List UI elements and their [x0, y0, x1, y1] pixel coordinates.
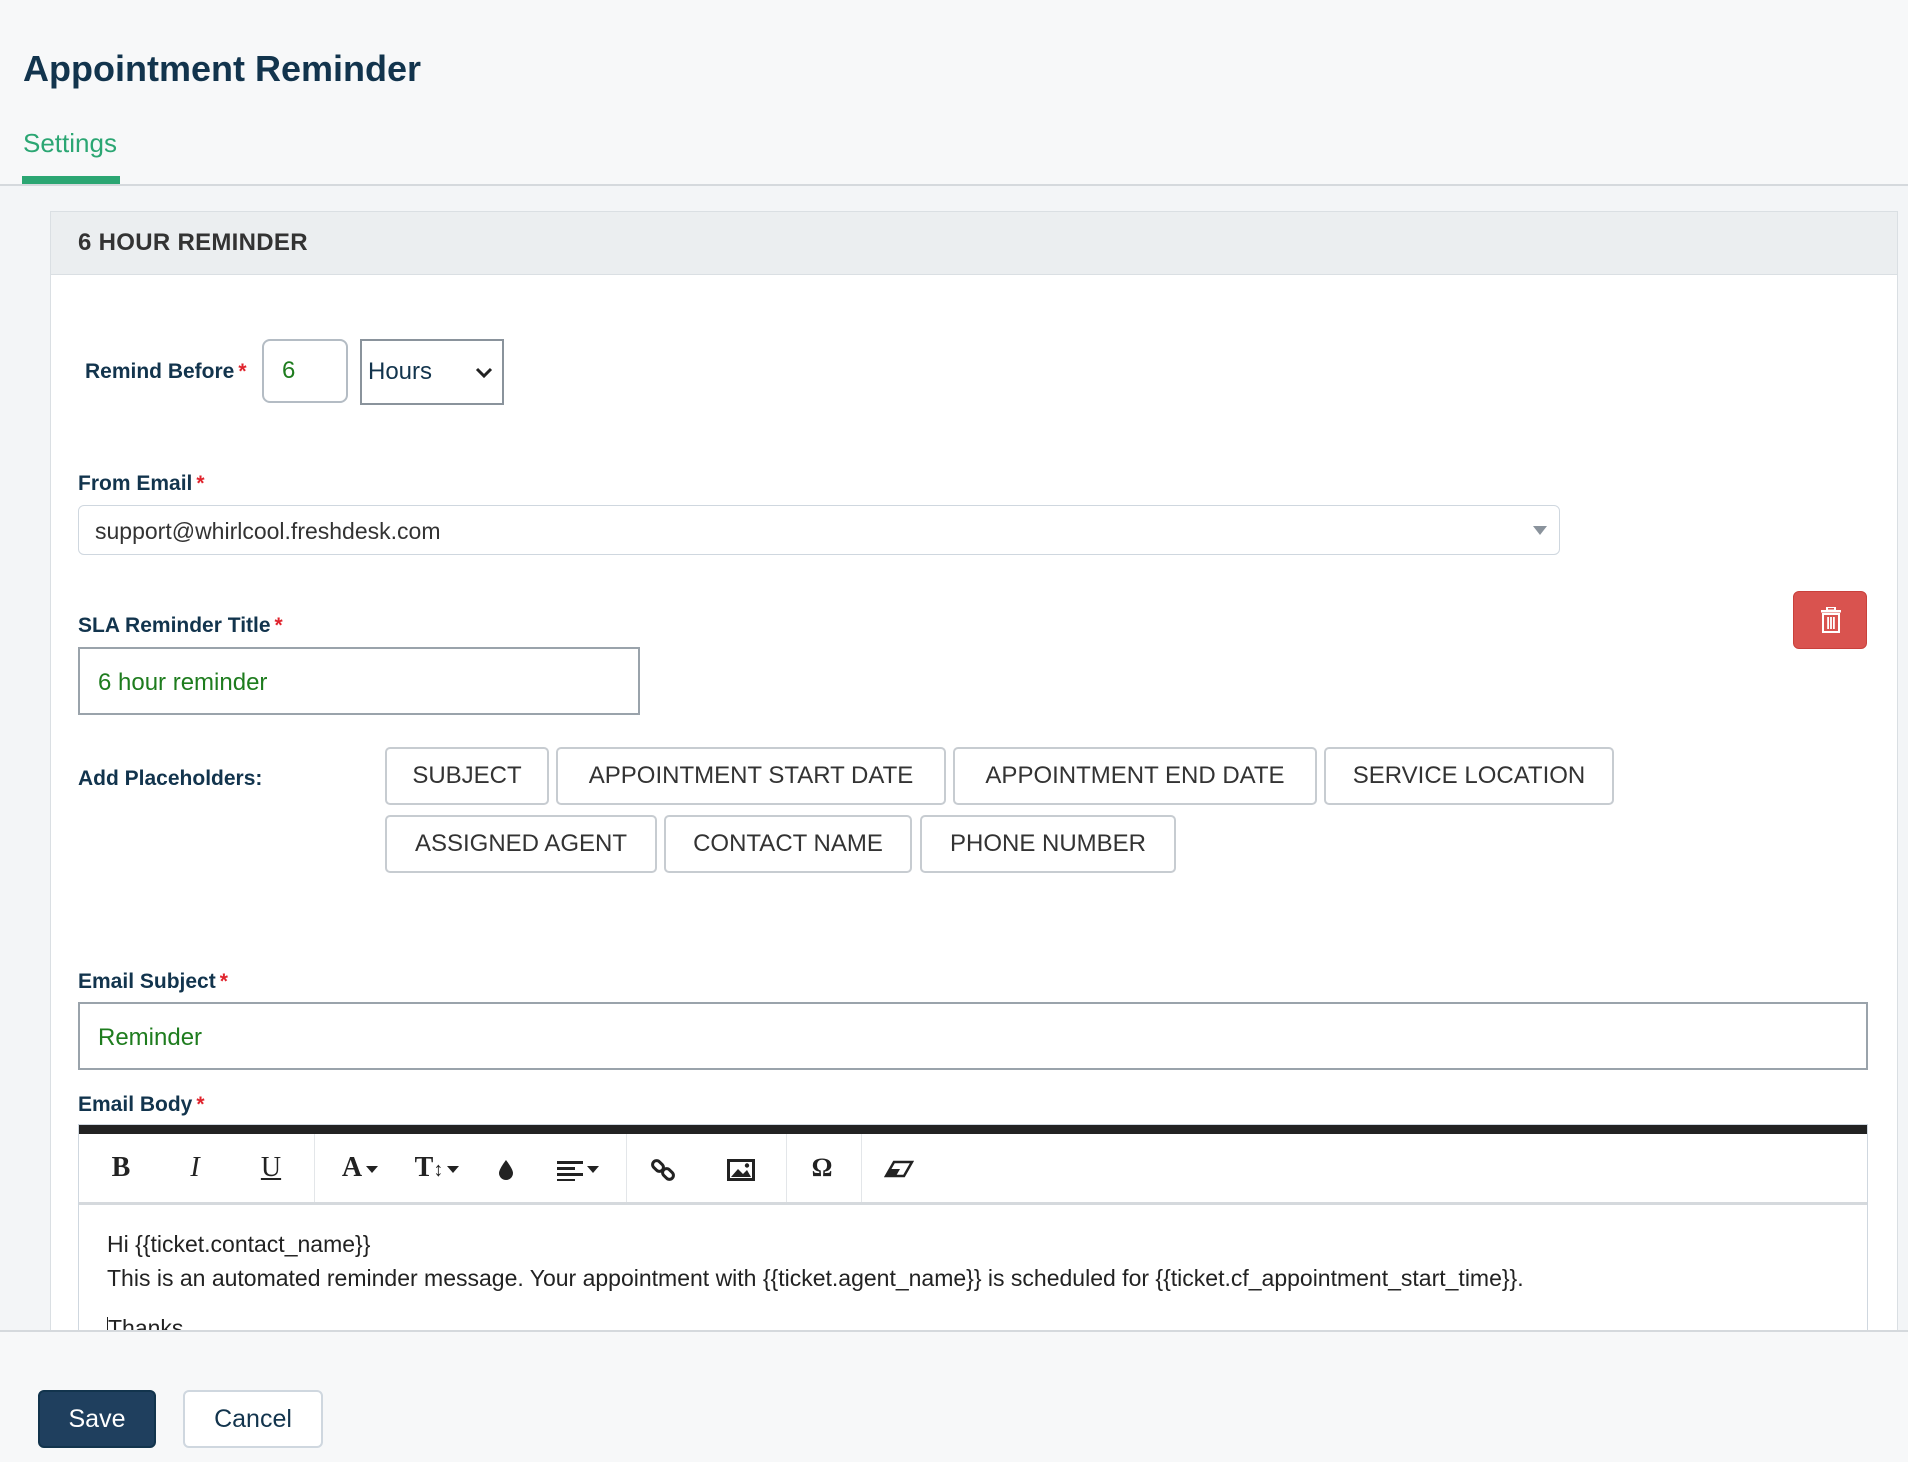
chevron-down-icon: [475, 367, 493, 379]
dropdown-caret-icon: [447, 1166, 460, 1174]
from-email-label: From Email *: [78, 472, 205, 495]
sla-title-input[interactable]: 6 hour reminder: [78, 647, 640, 715]
text-size-arrow-icon: ↕: [433, 1159, 444, 1181]
underline-icon[interactable]: U: [249, 1148, 293, 1188]
dropdown-caret-icon: [587, 1166, 599, 1174]
toolbar-separator: [786, 1134, 787, 1202]
remind-unit-value: Hours: [368, 358, 433, 385]
placeholder-start-date-button[interactable]: APPOINTMENT START DATE: [556, 747, 946, 805]
page-header: Appointment Reminder Settings: [0, 0, 1908, 184]
droplet-icon: [499, 1159, 513, 1180]
remind-before-input[interactable]: 6: [262, 339, 348, 403]
required-mark: *: [274, 614, 283, 637]
sla-title-label: SLA Reminder Title *: [78, 614, 283, 637]
from-email-select[interactable]: support@whirlcool.freshdesk.com: [78, 505, 1560, 555]
font-size-icon[interactable]: T↕: [403, 1148, 471, 1188]
body-line: Thanks,: [108, 1315, 190, 1330]
placeholder-assigned-agent-button[interactable]: ASSIGNED AGENT: [385, 815, 657, 873]
caret-down-icon: [1533, 526, 1547, 535]
email-subject-label: Email Subject *: [78, 970, 228, 993]
italic-icon[interactable]: I: [173, 1148, 217, 1188]
remind-before-label: Remind Before *: [85, 360, 247, 383]
align-left-icon: [557, 1160, 583, 1181]
form-footer: Save Cancel: [0, 1330, 1908, 1462]
required-mark: *: [238, 360, 247, 383]
email-body-label: Email Body *: [78, 1093, 205, 1116]
editor-toolbar: B I U A T↕ Ω: [79, 1134, 1867, 1205]
body-line: This is an automated reminder message. Y…: [107, 1265, 1524, 1291]
placeholder-end-date-button[interactable]: APPOINTMENT END DATE: [953, 747, 1317, 805]
bold-icon[interactable]: B: [99, 1148, 143, 1188]
image-icon[interactable]: [719, 1148, 763, 1188]
email-body-editor[interactable]: B I U A T↕ Ω Hi {{ticket.contact_name}} …: [78, 1124, 1868, 1330]
dropdown-caret-icon: [366, 1166, 379, 1174]
active-tab-indicator: [22, 176, 120, 184]
reminder-panel: 6 HOUR REMINDER Remind Before * 6 Hours F…: [50, 211, 1898, 1330]
eraser-icon: [883, 1160, 915, 1177]
panel-header: 6 HOUR REMINDER: [51, 212, 1897, 275]
main-content[interactable]: 6 HOUR REMINDER Remind Before * 6 Hours F…: [0, 186, 1908, 1330]
placeholder-phone-number-button[interactable]: PHONE NUMBER: [920, 815, 1176, 873]
clear-format-icon[interactable]: [877, 1148, 921, 1188]
text-color-icon[interactable]: [484, 1148, 528, 1188]
font-family-icon[interactable]: A: [327, 1148, 393, 1188]
editor-top-bar: [79, 1125, 1867, 1134]
special-character-icon[interactable]: Ω: [800, 1148, 844, 1188]
placeholder-service-location-button[interactable]: SERVICE LOCATION: [1324, 747, 1614, 805]
picture-icon: [727, 1158, 755, 1181]
required-mark: *: [196, 1093, 205, 1116]
align-icon[interactable]: [545, 1148, 611, 1188]
toolbar-separator: [314, 1134, 315, 1202]
tab-settings[interactable]: Settings: [23, 128, 117, 159]
required-mark: *: [219, 970, 228, 993]
toolbar-separator: [626, 1134, 627, 1202]
add-placeholders-label: Add Placeholders:: [78, 767, 263, 790]
delete-reminder-button[interactable]: [1793, 591, 1867, 649]
placeholder-contact-name-button[interactable]: CONTACT NAME: [664, 815, 912, 873]
placeholder-subject-button[interactable]: SUBJECT: [385, 747, 549, 805]
panel-title: 6 HOUR REMINDER: [78, 229, 308, 256]
email-subject-input[interactable]: Reminder: [78, 1002, 1868, 1070]
chain-link-icon: [651, 1158, 675, 1181]
required-mark: *: [196, 472, 205, 495]
email-body-content[interactable]: Hi {{ticket.contact_name}} This is an au…: [107, 1227, 1524, 1330]
page-title: Appointment Reminder: [23, 48, 422, 89]
from-email-value: support@whirlcool.freshdesk.com: [95, 518, 441, 544]
save-button[interactable]: Save: [38, 1390, 156, 1448]
body-line: Hi {{ticket.contact_name}}: [107, 1231, 371, 1257]
remind-unit-select[interactable]: Hours: [360, 339, 504, 405]
body-line-with-cursor: Thanks,: [107, 1311, 1524, 1330]
trash-icon: [1821, 607, 1841, 633]
link-icon[interactable]: [641, 1148, 685, 1188]
cancel-button[interactable]: Cancel: [183, 1390, 323, 1448]
toolbar-separator: [861, 1134, 862, 1202]
